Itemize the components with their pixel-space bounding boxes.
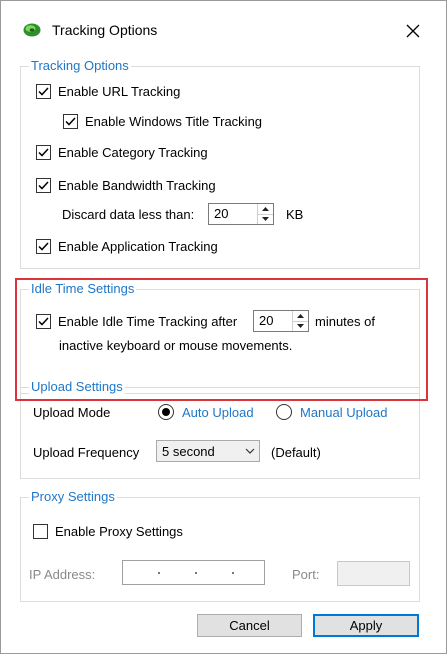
category-tracking-checkbox[interactable] bbox=[36, 145, 51, 160]
discard-unit-label: KB bbox=[286, 207, 304, 222]
proxy-settings-legend: Proxy Settings bbox=[29, 489, 117, 505]
idle-minutes-value[interactable]: 20 bbox=[254, 311, 292, 331]
enable-proxy-option[interactable]: Enable Proxy Settings bbox=[33, 524, 183, 539]
port-label: Port: bbox=[292, 567, 320, 582]
ip-separator-dot bbox=[158, 572, 160, 574]
manual-upload-radio[interactable] bbox=[276, 404, 292, 420]
enable-proxy-checkbox[interactable] bbox=[33, 524, 48, 539]
stepper-up-icon[interactable] bbox=[258, 204, 273, 214]
application-tracking-checkbox[interactable] bbox=[36, 239, 51, 254]
upload-frequency-value: 5 second bbox=[162, 443, 215, 459]
check-icon bbox=[38, 181, 49, 190]
auto-upload-option[interactable]: Auto Upload bbox=[158, 404, 254, 420]
url-tracking-checkbox[interactable] bbox=[36, 84, 51, 99]
idle-time-tracking-checkbox[interactable] bbox=[36, 314, 51, 329]
idle-time-tracking-option[interactable]: Enable Idle Time Tracking after bbox=[36, 314, 237, 329]
upload-settings-group: Upload Settings bbox=[20, 379, 420, 479]
tracking-options-dialog: Tracking Options Tracking Options Enable… bbox=[0, 0, 447, 654]
windows-title-tracking-checkbox[interactable] bbox=[63, 114, 78, 129]
bandwidth-tracking-checkbox[interactable] bbox=[36, 178, 51, 193]
stepper-down-icon[interactable] bbox=[293, 320, 308, 332]
application-tracking-label: Enable Application Tracking bbox=[58, 239, 218, 254]
ip-address-label: IP Address: bbox=[29, 567, 96, 582]
check-icon bbox=[38, 148, 49, 157]
apply-button[interactable]: Apply bbox=[313, 614, 419, 637]
enable-proxy-label: Enable Proxy Settings bbox=[55, 524, 183, 539]
idle-description-line2: inactive keyboard or mouse movements. bbox=[59, 338, 293, 353]
url-tracking-option[interactable]: Enable URL Tracking bbox=[36, 84, 180, 99]
cancel-button-label: Cancel bbox=[229, 618, 270, 633]
close-icon[interactable] bbox=[401, 19, 425, 43]
cancel-button[interactable]: Cancel bbox=[197, 614, 302, 637]
default-note: (Default) bbox=[271, 445, 321, 460]
check-icon bbox=[38, 317, 49, 326]
bandwidth-tracking-option[interactable]: Enable Bandwidth Tracking bbox=[36, 178, 216, 193]
idle-time-settings-legend: Idle Time Settings bbox=[29, 281, 137, 297]
manual-upload-label: Manual Upload bbox=[300, 404, 388, 420]
idle-minutes-stepper[interactable]: 20 bbox=[253, 310, 309, 332]
ip-separator-dot bbox=[195, 572, 197, 574]
url-tracking-label: Enable URL Tracking bbox=[58, 84, 181, 99]
upload-frequency-label: Upload Frequency bbox=[33, 445, 140, 460]
auto-upload-radio[interactable] bbox=[158, 404, 174, 420]
proxy-settings-group: Proxy Settings bbox=[20, 489, 420, 602]
idle-time-tracking-label: Enable Idle Time Tracking after bbox=[58, 314, 238, 329]
discard-data-label: Discard data less than: bbox=[62, 207, 195, 222]
upload-frequency-select[interactable]: 5 second bbox=[156, 440, 260, 462]
application-tracking-option[interactable]: Enable Application Tracking bbox=[36, 239, 218, 254]
check-icon bbox=[38, 242, 49, 251]
windows-title-tracking-label: Enable Windows Title Tracking bbox=[85, 114, 263, 129]
discard-data-stepper[interactable]: 20 bbox=[208, 203, 274, 225]
upload-settings-legend: Upload Settings bbox=[29, 379, 125, 395]
manual-upload-option[interactable]: Manual Upload bbox=[276, 404, 387, 420]
tracking-options-legend: Tracking Options bbox=[29, 58, 131, 74]
category-tracking-option[interactable]: Enable Category Tracking bbox=[36, 145, 208, 160]
bandwidth-tracking-label: Enable Bandwidth Tracking bbox=[58, 178, 216, 193]
ip-address-input[interactable] bbox=[122, 560, 265, 585]
windows-title-tracking-option[interactable]: Enable Windows Title Tracking bbox=[63, 114, 262, 129]
stepper-up-icon[interactable] bbox=[293, 311, 308, 321]
app-logo-icon bbox=[23, 23, 41, 37]
stepper-down-icon[interactable] bbox=[258, 213, 273, 225]
ip-separator-dot bbox=[232, 572, 234, 574]
upload-mode-label: Upload Mode bbox=[33, 405, 111, 420]
check-icon bbox=[38, 87, 49, 96]
auto-upload-label: Auto Upload bbox=[182, 404, 254, 420]
check-icon bbox=[65, 117, 76, 126]
category-tracking-label: Enable Category Tracking bbox=[58, 145, 208, 160]
title-bar: Tracking Options bbox=[1, 1, 446, 39]
window-title: Tracking Options bbox=[52, 22, 158, 38]
chevron-down-icon bbox=[241, 448, 259, 454]
discard-data-value[interactable]: 20 bbox=[209, 204, 257, 224]
apply-button-label: Apply bbox=[349, 618, 383, 633]
port-input[interactable] bbox=[337, 561, 410, 586]
idle-minutes-suffix: minutes of bbox=[315, 314, 375, 329]
